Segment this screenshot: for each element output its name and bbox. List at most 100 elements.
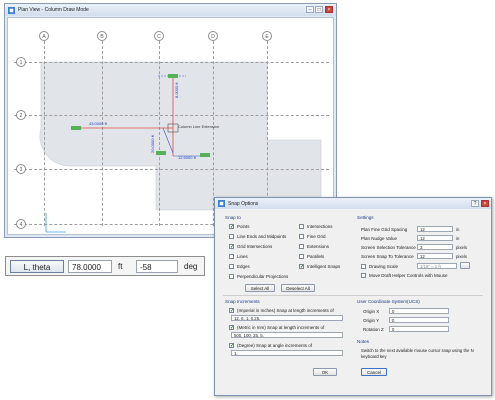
checkbox-line-ends-midpoints[interactable]: Line Ends and Midpoints: [229, 234, 286, 239]
checkbox-drawing-scale[interactable]: Drawing Scale: [361, 264, 398, 269]
checkbox-imperial-increments[interactable]: ✓ (Imperial in Inches) Snap at length inc…: [229, 308, 334, 314]
checkbox-box[interactable]: ✓: [229, 343, 234, 349]
checkbox-box[interactable]: ✓: [229, 325, 234, 331]
checkbox-box[interactable]: ✓: [229, 244, 234, 250]
app-icon: [8, 6, 15, 14]
checkbox-label: Intersections: [307, 224, 333, 229]
checkbox-box[interactable]: [229, 264, 234, 269]
setting-label: Plan Fine Grid Spacing: [361, 227, 408, 232]
setting-unit: pixels: [456, 245, 467, 250]
checkbox-label: (Metric in mm) Snap at length increments…: [237, 325, 325, 330]
cancel-button[interactable]: Cancel: [361, 368, 387, 376]
origin-y-input[interactable]: 0: [389, 317, 449, 323]
checkbox-grid-intersections[interactable]: ✓ Grid Intersections: [229, 244, 273, 250]
degree-increments-input[interactable]: 1,: [231, 350, 343, 356]
checkbox-box[interactable]: [361, 264, 366, 269]
checkbox-points[interactable]: ✓ Points: [229, 224, 250, 230]
snap-options-dialog: Snap Options ? × Snap to ✓ Points Line En…: [214, 197, 492, 396]
checkbox-label: Parallels: [307, 254, 325, 259]
checkbox-label: (Degree) Snap at angle increments of: [237, 343, 313, 348]
checkbox-label: Intelligent Snaps: [307, 264, 341, 269]
ucs-label: Origin X: [363, 309, 380, 314]
divider: [223, 295, 483, 296]
checkbox-box[interactable]: [229, 254, 234, 259]
dimension-label: 12.5000 ft: [178, 155, 196, 160]
snap-to-tolerance-input[interactable]: 12: [417, 253, 453, 259]
plan-view-title: Plan View - Column Draw Mode: [18, 7, 89, 13]
setting-unit: in: [456, 227, 460, 232]
origin-x-input[interactable]: 0: [389, 308, 449, 314]
checkbox-extensions[interactable]: Extensions: [299, 244, 329, 249]
nudge-value-input[interactable]: 12: [417, 235, 453, 241]
deselect-all-button[interactable]: Deselect All: [281, 284, 315, 292]
drawing-scale-extra-button[interactable]: [460, 262, 470, 269]
snap-to-heading: Snap to: [225, 215, 241, 220]
checkbox-box[interactable]: [229, 274, 234, 279]
checkbox-box[interactable]: ✓: [299, 264, 304, 270]
checkbox-box[interactable]: [299, 234, 304, 239]
checkbox-metric-increments[interactable]: ✓ (Metric in mm) Snap at length increment…: [229, 325, 325, 331]
checkbox-label: Drawing Scale: [369, 264, 399, 269]
checkbox-box[interactable]: ✓: [229, 224, 234, 230]
ucs-label: Origin Y: [363, 318, 380, 323]
checkbox-intersections[interactable]: Intersections: [299, 224, 333, 229]
length-input[interactable]: 78.0000: [68, 260, 112, 273]
checkbox-label: Extensions: [307, 244, 330, 249]
snap-options-titlebar[interactable]: Snap Options ? ×: [215, 198, 491, 209]
snap-options-title: Snap Options: [228, 200, 259, 207]
checkbox-fine-grid[interactable]: Fine Grid: [299, 234, 326, 239]
checkbox-box[interactable]: [299, 224, 304, 229]
metric-increments-input[interactable]: 500, 100, 25, 5,: [231, 332, 343, 338]
close-button[interactable]: ×: [325, 6, 333, 13]
checkbox-label: Perpendicular Projections: [237, 274, 289, 279]
notes-text: Switch to the next available mouse curso…: [361, 348, 474, 353]
command-input-bar: L, theta 78.0000 ft -58 deg: [5, 256, 205, 276]
imperial-increments-input[interactable]: 12, 6, 1, 0.25,: [231, 315, 343, 321]
setting-label: Screen Selection Tolerance: [361, 245, 416, 250]
notes-heading: Notes: [357, 339, 370, 344]
angle-unit: deg: [184, 262, 198, 271]
l-theta-button[interactable]: L, theta: [10, 260, 64, 273]
length-unit: ft: [118, 262, 123, 271]
maximize-button[interactable]: □: [315, 6, 323, 13]
app-icon: [218, 200, 225, 207]
checkbox-parallels[interactable]: Parallels: [299, 254, 324, 259]
setting-label: Plan Nudge Value: [361, 236, 397, 241]
fine-grid-spacing-input[interactable]: 12: [417, 226, 453, 232]
close-button[interactable]: ×: [481, 200, 489, 207]
checkbox-label: Move Draft Helper Controls with Mouse: [369, 273, 448, 278]
setting-unit: pixels: [456, 254, 467, 259]
checkbox-label: Points: [237, 224, 250, 229]
help-button[interactable]: ?: [471, 200, 479, 207]
plan-view-titlebar[interactable]: Plan View - Column Draw Mode – □ ×: [5, 4, 336, 16]
checkbox-box[interactable]: [299, 254, 304, 259]
setting-label: Screen Snap To Tolerance: [361, 254, 414, 259]
setting-unit: in: [456, 236, 460, 241]
drawing-scale-select[interactable]: 1/16" = 1 ft: [417, 263, 457, 269]
minimize-button[interactable]: –: [306, 6, 314, 13]
checkbox-degree-increments[interactable]: ✓ (Degree) Snap at angle increments of: [229, 343, 313, 349]
ok-button[interactable]: OK: [313, 368, 337, 376]
checkbox-lines[interactable]: Lines: [229, 254, 248, 259]
select-all-button[interactable]: Select All: [245, 284, 275, 292]
checkbox-perpendicular-projections[interactable]: Perpendicular Projections: [229, 274, 288, 279]
selection-tolerance-input[interactable]: 3: [417, 244, 453, 250]
notes-text: keyboard key: [361, 354, 387, 359]
angle-input[interactable]: -58: [136, 260, 178, 273]
checkbox-intelligent-snaps[interactable]: ✓ Intelligent Snaps: [299, 264, 341, 270]
checkbox-box[interactable]: [361, 273, 366, 278]
checkbox-label: Grid Intersections: [237, 244, 273, 249]
checkbox-box[interactable]: [229, 234, 234, 239]
rotation-z-input[interactable]: 0: [389, 326, 449, 332]
checkbox-label: Line Ends and Midpoints: [237, 234, 287, 239]
checkbox-label: Edges: [237, 264, 250, 269]
checkbox-edges[interactable]: Edges: [229, 264, 250, 269]
settings-heading: Settings: [357, 215, 374, 220]
checkbox-label: Fine Grid: [307, 234, 326, 239]
checkbox-box[interactable]: [299, 244, 304, 249]
dimension-label: 20.0000 ft: [150, 135, 155, 153]
checkbox-move-draft-helper[interactable]: Move Draft Helper Controls with Mouse: [361, 273, 448, 278]
snap-increments-heading: Snap Increments: [225, 299, 260, 304]
checkbox-box[interactable]: ✓: [229, 308, 234, 314]
checkbox-label: (Imperial in Inches) Snap at length incr…: [237, 308, 334, 313]
